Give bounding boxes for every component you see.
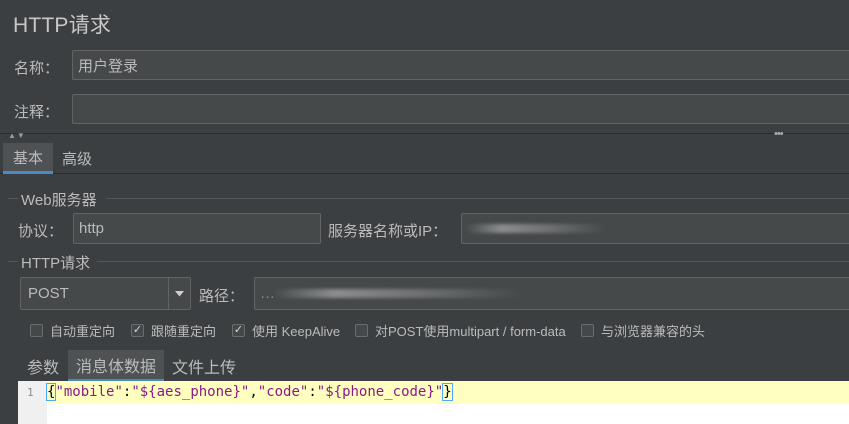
comment-label: 注释： [14,104,60,121]
checkbox-follow-redirect[interactable]: ✓ 跟随重定向 [131,321,216,340]
checkbox-label: 自动重定向 [50,324,116,339]
panel-title: HTTP请求 [13,14,112,37]
web-server-group-border [8,198,18,199]
server-name-label: 服务器名称或IP： [328,223,448,240]
split-divider[interactable] [0,133,849,134]
name-input[interactable]: 用户登录 [72,50,849,80]
more-dots-icon[interactable]: ••• [774,128,784,140]
protocol-input[interactable]: http [73,213,321,244]
tab-advanced[interactable]: 高级 [55,143,99,174]
tab-file-upload[interactable]: 文件上传 [168,350,240,381]
tab-parameters[interactable]: 参数 [22,350,64,381]
checkbox-auto-redirect[interactable]: 自动重定向 [30,321,115,340]
split-collapse-arrows-icon[interactable]: ▲▼ [8,131,26,140]
method-select[interactable]: POST [20,277,191,310]
name-label: 名称： [14,60,60,77]
checkbox-label: 与浏览器兼容的头 [601,324,706,339]
body-tab-bar: 参数 消息体数据 文件上传 [0,350,849,381]
text-caret [451,384,453,400]
checkbox-icon[interactable] [30,324,43,337]
http-request-group-border [8,261,18,262]
tab-body-data[interactable]: 消息体数据 [68,350,164,381]
body-data-editor[interactable]: 1 {"mobile":"${aes_phone}","code":"${pho… [18,381,849,424]
web-server-group-border [106,198,849,199]
protocol-label: 协议： [18,223,64,240]
checkbox-checked-icon[interactable]: ✓ [131,324,144,337]
checkbox-label: 对POST使用multipart / form-data [375,324,566,339]
redacted-path [272,289,522,298]
checkbox-label: 跟随重定向 [151,324,217,339]
editor-gutter: 1 [18,381,47,424]
checkbox-multipart[interactable]: 对POST使用multipart / form-data [355,321,566,340]
main-tab-bar: 基本 高级 [0,143,849,174]
checkbox-icon[interactable] [355,324,368,337]
http-request-group-border [97,261,849,262]
chevron-down-icon[interactable] [168,278,190,309]
comment-input[interactable] [72,94,849,124]
redacted-server-name [466,224,606,233]
http-request-group-title: HTTP请求 [21,255,91,272]
web-server-group-title: Web服务器 [21,192,97,209]
line-number: 1 [27,386,34,399]
code-line[interactable]: {"mobile":"${aes_phone}","code":"${phone… [45,381,849,404]
json-value: "${aes_phone}" [131,384,250,400]
json-value: "${phone_code}" [316,384,444,400]
checkbox-checked-icon[interactable]: ✓ [232,324,245,337]
checkbox-keepalive[interactable]: ✓ 使用 KeepAlive [232,321,340,340]
json-key: "mobile" [55,384,123,400]
checkbox-label: 使用 KeepAlive [252,324,341,339]
json-colon: : [308,384,317,400]
checkbox-icon[interactable] [581,324,594,337]
checkbox-browser-compatible-headers[interactable]: 与浏览器兼容的头 [581,321,705,340]
json-comma: , [249,384,258,400]
json-key: "code" [257,384,309,400]
tab-basic[interactable]: 基本 [3,143,53,174]
http-request-panel: HTTP请求 名称： 用户登录 注释： ▲▼ ••• 基本 高级 Web服务器 … [0,0,849,424]
path-label: 路径： [199,288,245,305]
json-close-brace: } [442,383,453,401]
method-value: POST [28,285,69,302]
